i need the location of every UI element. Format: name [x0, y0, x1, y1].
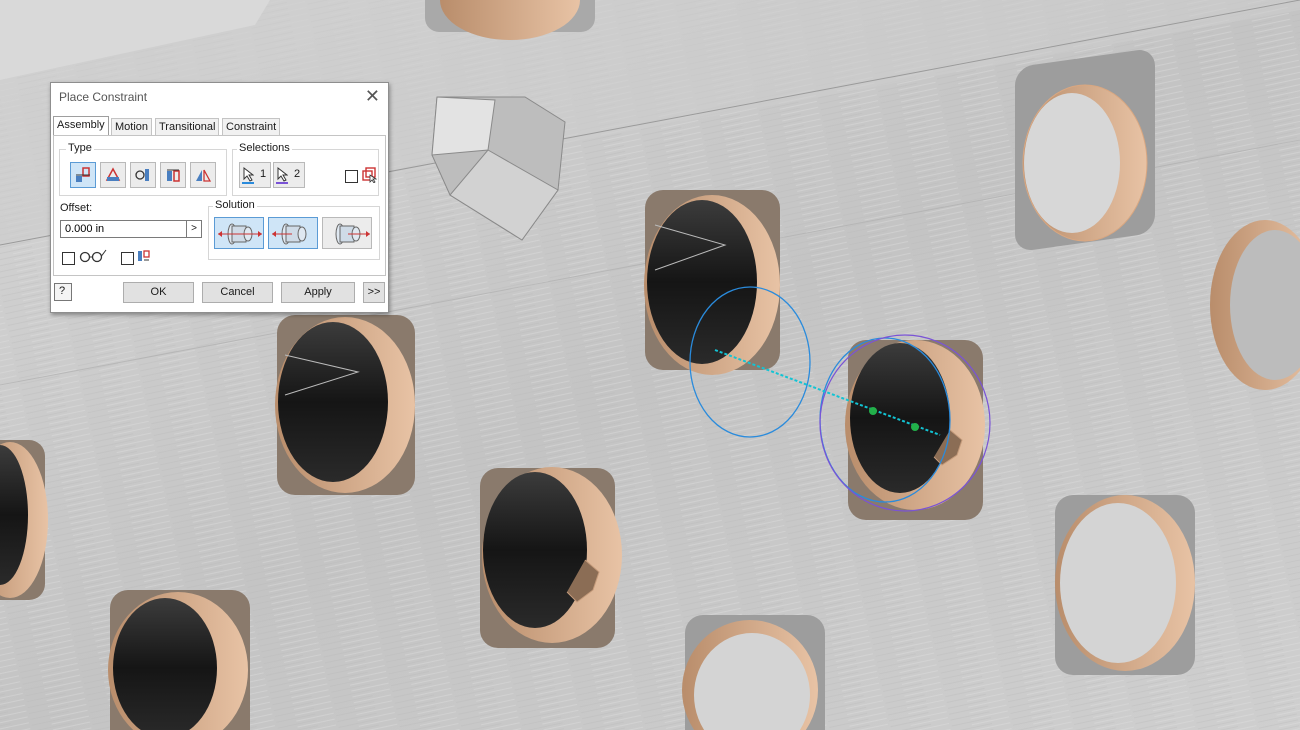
- offset-input[interactable]: [60, 220, 187, 238]
- flush-solution-icon: [272, 223, 307, 245]
- selection-1-label: 1: [260, 168, 267, 180]
- solution-label: Solution: [213, 199, 257, 211]
- offset-menu-arrow[interactable]: >: [187, 220, 202, 238]
- mate-solution-icon: [218, 223, 262, 245]
- pocket-bottom-center: [682, 615, 825, 730]
- pocket-right-top[interactable]: [1015, 48, 1155, 253]
- symmetry-constraint-button[interactable]: [190, 162, 216, 188]
- selections-label: Selections: [237, 142, 292, 154]
- predict-offset-icon: [138, 250, 150, 261]
- apply-button[interactable]: Apply: [281, 282, 355, 303]
- insert-constraint-button[interactable]: [160, 162, 186, 188]
- selection-2-label: 2: [294, 168, 301, 180]
- axis-point-1: [869, 407, 877, 415]
- symmetry-constraint-icon: [196, 169, 212, 182]
- selection-1-button[interactable]: 1: [239, 162, 271, 188]
- pick-part-first-icon: [362, 167, 377, 183]
- mate-constraint-button[interactable]: [70, 162, 96, 188]
- undirected-solution-button[interactable]: [322, 217, 372, 249]
- tab-motion[interactable]: Motion: [111, 118, 153, 136]
- insert-constraint-icon: [167, 169, 180, 182]
- help-icon: ?: [59, 285, 66, 297]
- cursor-arrow-icon: [242, 166, 254, 184]
- place-constraint-dialog: Place Constraint ✕ Assembly Motion Trans…: [50, 82, 389, 313]
- pocket-left[interactable]: [275, 315, 415, 495]
- pocket-lower-center[interactable]: [480, 467, 622, 648]
- solution-group: Solution: [208, 199, 380, 260]
- more-button[interactable]: >>: [363, 282, 385, 303]
- angle-constraint-button[interactable]: [100, 162, 126, 188]
- pocket-center-top[interactable]: [644, 190, 780, 375]
- tab-transitional[interactable]: Transitional: [155, 118, 220, 136]
- glasses-icon: [79, 249, 107, 263]
- dialog-titlebar[interactable]: Place Constraint ✕: [51, 83, 388, 111]
- axis-point-2: [911, 423, 919, 431]
- dialog-title: Place Constraint: [59, 90, 148, 104]
- pocket-far-left: [0, 440, 48, 600]
- angle-constraint-icon: [105, 167, 121, 181]
- ok-button[interactable]: OK: [123, 282, 194, 303]
- assembly-panel: Type Selections 1 2 Offset: 0.000 in > S…: [53, 135, 386, 276]
- cursor-arrow-icon: [276, 166, 288, 184]
- pocket-bottom-left: [108, 590, 250, 730]
- show-preview-checkbox[interactable]: [62, 252, 75, 265]
- tab-assembly[interactable]: Assembly: [53, 116, 109, 137]
- tangent-constraint-icon: [135, 169, 149, 181]
- flush-solution-button[interactable]: [268, 217, 318, 249]
- selection-2-button[interactable]: 2: [273, 162, 305, 188]
- tab-constraint-set[interactable]: Constraint Set: [222, 118, 281, 150]
- cancel-button[interactable]: Cancel: [202, 282, 273, 303]
- pick-part-first-checkbox[interactable]: [345, 170, 358, 183]
- selections-group: Selections 1 2: [232, 142, 379, 196]
- offset-label: Offset:: [60, 202, 93, 214]
- help-button[interactable]: ?: [54, 283, 72, 301]
- tangent-constraint-button[interactable]: [130, 162, 156, 188]
- pocket-lower-right: [1055, 495, 1195, 675]
- undirected-solution-icon: [335, 223, 370, 245]
- predict-offset-checkbox[interactable]: [121, 252, 134, 265]
- mate-solution-button[interactable]: [214, 217, 264, 249]
- type-group: Type: [59, 142, 227, 196]
- close-icon[interactable]: ✕: [365, 86, 380, 107]
- type-label: Type: [66, 142, 94, 154]
- mate-constraint-icon: [76, 167, 90, 182]
